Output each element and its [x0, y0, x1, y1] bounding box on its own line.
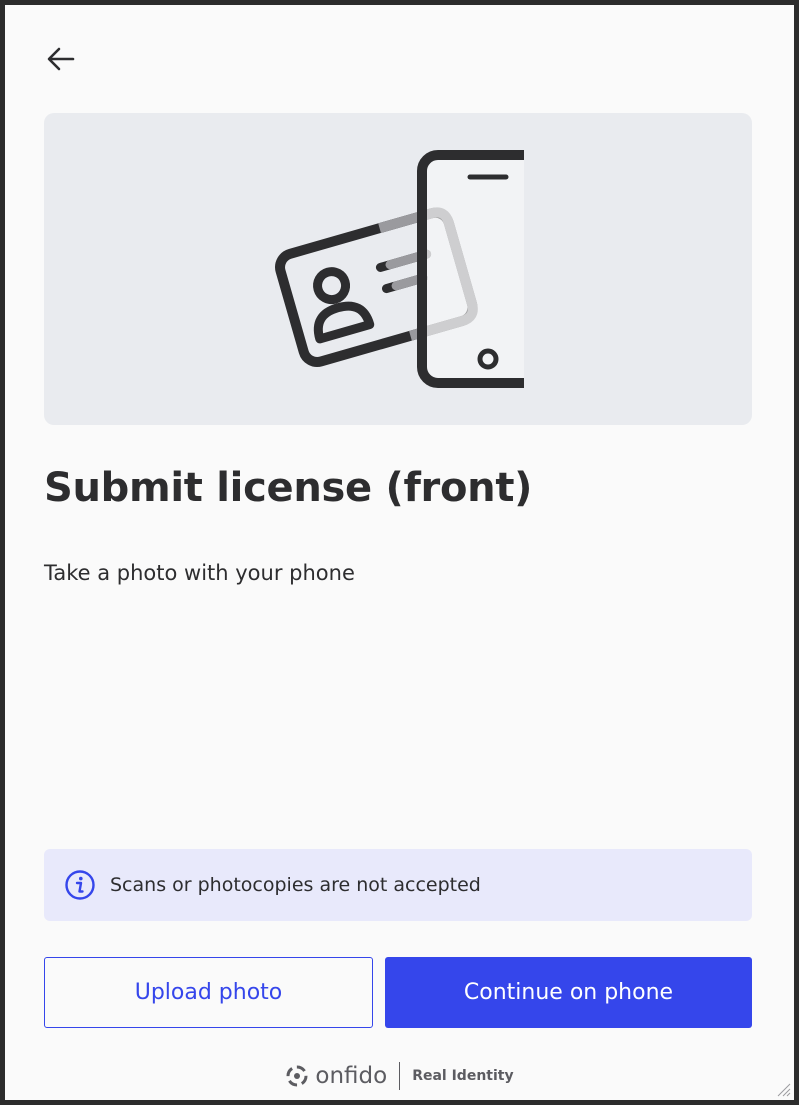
info-notice: Scans or photocopies are not accepted: [44, 849, 752, 921]
id-card-and-phone-illustration: [275, 150, 524, 388]
verification-window: Submit license (front) Take a photo with…: [0, 0, 799, 1105]
resize-grip-icon[interactable]: [775, 1081, 791, 1097]
notice-text: Scans or photocopies are not accepted: [110, 874, 481, 896]
continue-on-phone-button[interactable]: Continue on phone: [385, 957, 752, 1028]
onfido-logo-icon: [286, 1065, 308, 1087]
upload-photo-button[interactable]: Upload photo: [44, 957, 373, 1028]
onfido-brand: onfido: [285, 1063, 387, 1089]
page-title: Submit license (front): [44, 465, 533, 511]
brand-tagline: Real Identity: [412, 1068, 514, 1084]
document-illustration: [44, 113, 752, 425]
arrow-left-icon: [47, 47, 75, 71]
brand-name: onfido: [315, 1063, 388, 1089]
back-button[interactable]: [43, 41, 79, 77]
footer: onfido Real Identity: [5, 1059, 794, 1093]
page-subtitle: Take a photo with your phone: [44, 561, 355, 585]
footer-divider: [399, 1062, 401, 1090]
info-icon: [64, 869, 96, 901]
